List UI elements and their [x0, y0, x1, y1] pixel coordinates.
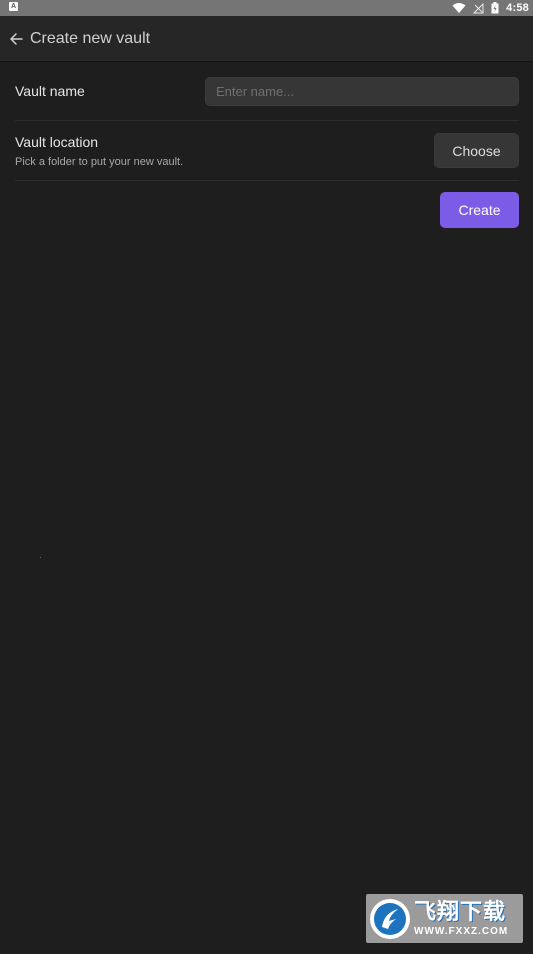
status-icons: 4:58 — [452, 0, 529, 16]
vault-name-input[interactable] — [205, 76, 519, 106]
back-button[interactable] — [8, 31, 24, 47]
page-title: Create new vault — [30, 29, 151, 47]
arrow-left-icon — [10, 32, 23, 45]
vault-location-row: Vault location Pick a folder to put your… — [15, 121, 519, 181]
app-header: Create new vault — [0, 16, 533, 62]
create-vault-form: Vault name Vault location Pick a folder … — [15, 62, 519, 228]
vault-location-label: Vault location — [15, 133, 99, 150]
watermark-logo-icon — [370, 898, 410, 939]
watermark-text: 飞翔下载 WWW.FXXZ.COM — [414, 898, 509, 938]
stray-pixel — [40, 557, 41, 558]
vault-location-info: Vault location Pick a folder to put your… — [15, 134, 183, 168]
choose-folder-button[interactable]: Choose — [434, 133, 519, 168]
watermark-url: WWW.FXXZ.COM — [414, 925, 509, 937]
notification-indicator: A — [9, 2, 18, 11]
create-button[interactable]: Create — [440, 192, 519, 228]
signal-icon — [473, 2, 484, 13]
watermark-title: 飞翔下载 — [414, 898, 507, 924]
status-bar: A 4:58 — [0, 0, 533, 16]
watermark: 飞翔下载 WWW.FXXZ.COM — [366, 894, 523, 943]
create-actions: Create — [15, 192, 519, 228]
battery-icon — [491, 2, 499, 14]
wifi-icon — [452, 3, 466, 13]
status-time: 4:58 — [506, 2, 529, 14]
vault-name-row: Vault name — [15, 62, 519, 121]
vault-location-description: Pick a folder to put your new vault. — [15, 155, 184, 168]
vault-name-label: Vault name — [15, 83, 85, 99]
